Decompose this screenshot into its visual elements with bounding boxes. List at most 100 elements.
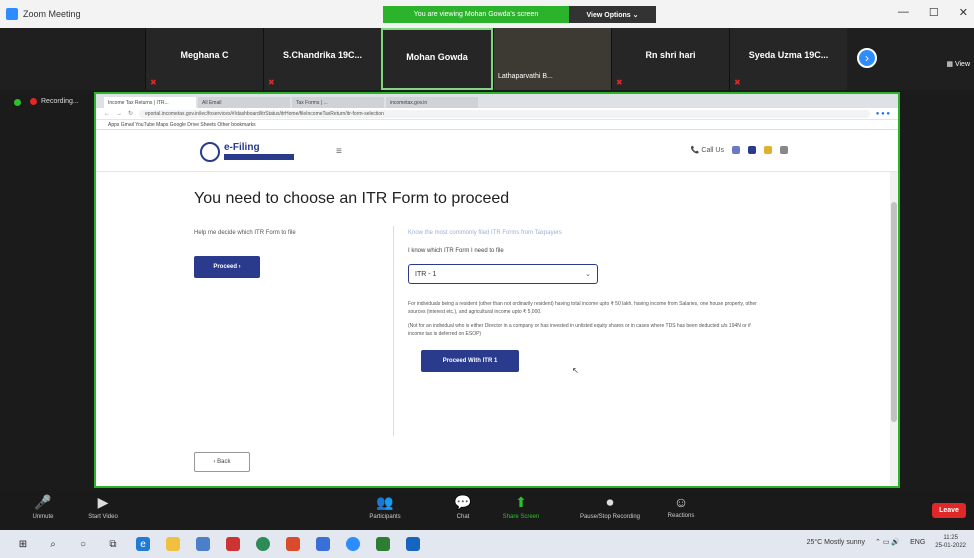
participant-tile[interactable]: Lathaparvathi B... — [493, 28, 611, 90]
header-actions: 📞 Call Us — [691, 146, 788, 154]
menu-icon[interactable]: ≡ — [336, 146, 342, 157]
itr-description-2: (Not for an individual who is either Dir… — [408, 323, 751, 337]
shared-browser-window: Income Tax Returns | ITR... All Email Ta… — [94, 92, 900, 488]
efiling-logo-text: e-Filing — [224, 142, 260, 153]
reload-icon[interactable]: ↻ — [128, 110, 133, 117]
control-label: Chat — [456, 514, 470, 520]
participant-tile-active[interactable]: Mohan Gowda — [381, 28, 493, 90]
viewing-screen-banner: You are viewing Mohan Gowda's screen — [383, 6, 569, 23]
scrollbar-thumb[interactable] — [891, 202, 897, 422]
browser-toolbar: ← → ↻ eportal.incometax.gov.in/iec/foser… — [96, 108, 898, 120]
page-scrollbar[interactable] — [890, 172, 898, 486]
tray-icons[interactable]: ⌃ ▭ 🔊 — [875, 538, 900, 546]
side-by-side-view-button[interactable]: ▦ View — [946, 60, 970, 68]
app-icon[interactable] — [376, 537, 390, 551]
browser-tab[interactable]: All Email — [198, 97, 290, 108]
back-button[interactable]: ‹ Back — [194, 452, 250, 472]
participant-name: S.Chandrika 19C... — [282, 50, 363, 60]
participants-button[interactable]: 👥 Participants — [350, 494, 420, 520]
participant-strip: Meghana C ✖ S.Chandrika 19C... ✖ Mohan G… — [0, 28, 974, 90]
minimize-icon[interactable]: — — [898, 6, 909, 19]
recording-icon: ⏺ — [606, 494, 614, 510]
control-label: Reactions — [667, 513, 695, 519]
store-icon[interactable] — [196, 537, 210, 551]
pause-stop-recording-button[interactable]: ⏺ Pause/Stop Recording — [562, 494, 658, 520]
status-indicator-icon — [14, 99, 21, 106]
browser-tab[interactable]: Tax Forms | ... — [292, 97, 384, 108]
mic-muted-icon: ✖ — [268, 78, 275, 87]
participant-name: Meghana C — [180, 50, 229, 60]
logo-subtitle-bar — [224, 154, 294, 160]
address-bar[interactable]: eportal.incometax.gov.in/iec/foservices/… — [139, 109, 870, 118]
share-screen-icon: ⬆ — [515, 494, 527, 510]
forward-arrow-icon[interactable]: → — [116, 111, 122, 117]
control-label: Pause/Stop Recording — [579, 514, 641, 520]
search-icon[interactable]: ⌕ — [46, 537, 60, 551]
browser-tab-bar: Income Tax Returns | ITR... All Email Ta… — [96, 94, 898, 108]
accessibility-icon[interactable] — [748, 146, 756, 154]
clock-date: 25-01-2022 — [935, 543, 966, 549]
mic-muted-icon: ✖ — [150, 78, 157, 87]
zoom-taskbar-icon[interactable] — [346, 537, 360, 551]
file-explorer-icon[interactable] — [166, 537, 180, 551]
mouse-cursor-icon: ↖ — [572, 366, 579, 375]
participant-tile[interactable]: Meghana C ✖ — [145, 28, 263, 90]
zoom-window-title: Zoom Meeting — [23, 9, 81, 19]
help-text: Help me decide which ITR Form to file — [194, 230, 296, 236]
mic-muted-icon: ✖ — [734, 78, 741, 87]
participant-name: Mohan Gowda — [406, 52, 468, 62]
share-screen-button[interactable]: ⬆ Share Screen — [486, 494, 556, 520]
notifications-icon[interactable] — [764, 146, 772, 154]
task-view-icon[interactable]: ⧉ — [106, 537, 120, 551]
leave-button[interactable]: Leave — [932, 503, 966, 518]
participant-tile[interactable]: Rn shri hari ✖ — [611, 28, 729, 90]
proceed-button[interactable]: Proceed › — [194, 256, 260, 278]
mail-icon[interactable] — [226, 537, 240, 551]
recording-label: Recording... — [41, 98, 79, 105]
participants-icon: 👥 — [376, 494, 394, 510]
view-options-button[interactable]: View Options ⌄ — [569, 6, 656, 23]
reactions-button[interactable]: ☺ Reactions — [646, 494, 716, 519]
proceed-with-itr-button[interactable]: Proceed With ITR 1 — [421, 350, 519, 372]
participant-tile[interactable]: S.Chandrika 19C... ✖ — [263, 28, 381, 90]
efiling-logo[interactable]: e-Filing — [200, 142, 300, 164]
back-arrow-icon[interactable]: ← — [104, 111, 110, 117]
language-indicator[interactable]: ENG — [910, 539, 925, 546]
participant-tile[interactable]: Syeda Uzma 19C... ✖ — [729, 28, 847, 90]
window-controls: — ☐ ✕ — [898, 6, 968, 19]
next-participants-icon[interactable]: › — [857, 48, 877, 68]
reactions-icon: ☺ — [673, 494, 689, 510]
app-icon[interactable] — [286, 537, 300, 551]
browser-tab[interactable]: incometax.gov.in — [386, 97, 478, 108]
meeting-controls: 🎤 Unmute ▶ Start Video 👥 Participants 💬 … — [0, 490, 974, 530]
participant-name: Lathaparvathi B... — [498, 73, 553, 80]
maximize-icon[interactable]: ☐ — [929, 6, 939, 19]
system-tray: 25°C Mostly sunny ⌃ ▭ 🔊 ENG 11:25 25-01-… — [807, 534, 966, 550]
browser-tab[interactable]: Income Tax Returns | ITR... — [104, 97, 196, 108]
app-icon[interactable] — [406, 537, 420, 551]
profile-icon[interactable] — [780, 146, 788, 154]
extensions-icon[interactable]: ● ● ● — [876, 111, 890, 117]
edge-icon[interactable]: e — [136, 537, 150, 551]
start-video-button[interactable]: ▶ Start Video — [68, 494, 138, 520]
itr-form-select[interactable]: ITR - 1 ⌄ — [408, 264, 598, 284]
itr-description-1: For individuals being a resident (other … — [408, 301, 757, 315]
chrome-icon[interactable] — [256, 537, 270, 551]
app-icon[interactable] — [316, 537, 330, 551]
language-icon[interactable] — [732, 146, 740, 154]
weather-widget[interactable]: 25°C Mostly sunny — [807, 539, 865, 546]
windows-start-icon[interactable]: ⊞ — [16, 537, 30, 551]
participant-name: Rn shri hari — [645, 50, 696, 60]
page-title: You need to choose an ITR Form to procee… — [194, 190, 510, 207]
site-header: e-Filing ≡ 📞 Call Us — [96, 132, 898, 172]
call-us-link[interactable]: 📞 Call Us — [691, 146, 724, 154]
common-forms-link[interactable]: Know the most commonly filed ITR Forms f… — [408, 230, 808, 236]
clock[interactable]: 11:25 25-01-2022 — [935, 534, 966, 550]
cortana-icon[interactable]: ○ — [76, 537, 90, 551]
windows-taskbar: ⊞ ⌕ ○ ⧉ e 25°C Mostly sunny ⌃ ▭ 🔊 ENG 11… — [0, 530, 974, 558]
participant-name: Syeda Uzma 19C... — [748, 50, 829, 60]
recording-indicator: Recording... — [30, 98, 79, 105]
control-label: Start Video — [88, 514, 118, 520]
bookmarks-bar[interactable]: Apps Gmail YouTube Maps Google Drive She… — [96, 120, 898, 130]
close-icon[interactable]: ✕ — [959, 6, 968, 19]
